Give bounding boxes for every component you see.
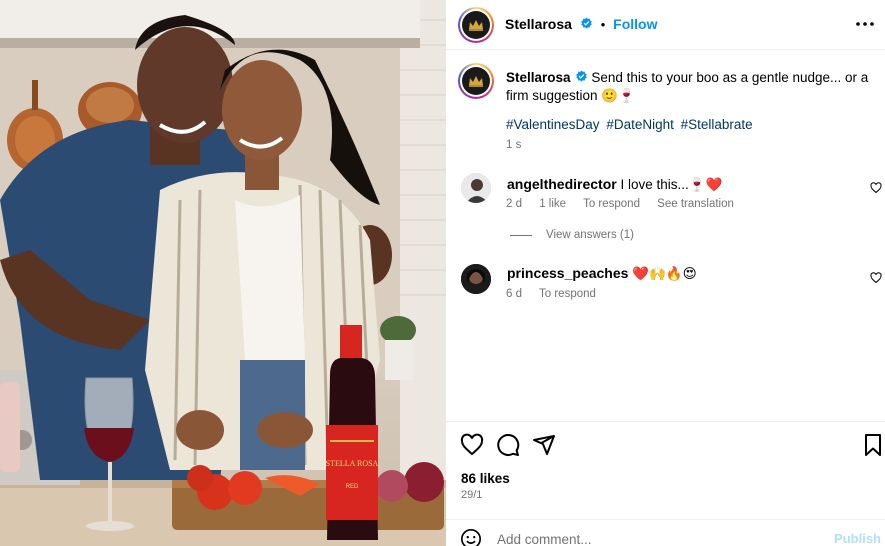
- comment-text: ❤️🙌🔥😍: [632, 266, 697, 281]
- author-avatar[interactable]: [458, 7, 494, 43]
- commenter-avatar[interactable]: [461, 173, 491, 203]
- avatar-photo: [461, 264, 491, 294]
- comment-icon[interactable]: [496, 433, 520, 457]
- bottle-brand-text: STELLA ROSA: [326, 459, 379, 468]
- comment-body: angelthedirector I love this...🍷❤️: [507, 175, 722, 194]
- view-answers-label: View answers (1): [546, 229, 634, 241]
- follow-button[interactable]: Follow: [613, 16, 657, 32]
- post-caption: Stellarosa Send this to your boo as a ge…: [506, 69, 876, 105]
- comment-input[interactable]: [497, 530, 807, 546]
- caption-timestamp: 1 s: [506, 139, 522, 151]
- header-username[interactable]: Stellarosa: [505, 16, 572, 32]
- comment-time: 2 d: [506, 198, 522, 210]
- avatar-photo: [461, 173, 491, 203]
- see-translation-button[interactable]: See translation: [657, 198, 734, 210]
- emoji-icon[interactable]: [460, 528, 482, 546]
- caption-username[interactable]: Stellarosa: [506, 70, 571, 85]
- comment-body: princess_peaches ❤️🙌🔥😍: [507, 264, 697, 283]
- comment-meta: 6 d To respond: [506, 288, 610, 300]
- comment-likes[interactable]: 1 like: [539, 198, 566, 210]
- hashtag-link[interactable]: #ValentinesDay: [506, 117, 600, 132]
- publish-button[interactable]: Publish: [834, 531, 881, 546]
- post-photo[interactable]: STELLA ROSA RED: [0, 0, 446, 546]
- post-photo-illustration: STELLA ROSA RED: [0, 0, 446, 546]
- hashtag-link[interactable]: #Stellabrate: [681, 117, 753, 132]
- likes-count[interactable]: 86 likes: [461, 471, 510, 486]
- header-separator: •: [600, 17, 606, 32]
- reply-button[interactable]: To respond: [539, 288, 596, 300]
- crown-logo-icon: [469, 20, 483, 31]
- caption-hashtags: #ValentinesDay #DateNight #Stellabrate: [506, 117, 756, 132]
- post-side-panel: Stellarosa • Follow Stellarosa Send this…: [446, 0, 885, 546]
- answers-divider: [510, 234, 532, 236]
- caption-avatar[interactable]: [458, 63, 494, 99]
- comment-meta: 2 d 1 like To respond See translation: [506, 198, 748, 210]
- comment-time: 6 d: [506, 288, 522, 300]
- view-answers-button[interactable]: View answers (1): [510, 229, 634, 241]
- share-icon[interactable]: [532, 433, 556, 457]
- comments-section: Stellarosa Send this to your boo as a ge…: [446, 51, 885, 421]
- heart-icon[interactable]: [870, 182, 882, 194]
- header-line: Stellarosa • Follow: [505, 16, 658, 32]
- verified-badge-icon: [581, 17, 592, 29]
- post-header: Stellarosa • Follow: [446, 0, 885, 50]
- heart-icon[interactable]: [870, 272, 882, 284]
- post-date: 29/1: [461, 489, 483, 501]
- post-actions: 86 likes 29/1: [446, 421, 885, 519]
- bookmark-icon[interactable]: [861, 433, 885, 457]
- commenter-avatar[interactable]: [461, 264, 491, 294]
- comment-username[interactable]: angelthedirector: [507, 176, 617, 192]
- comment-text: I love this...🍷❤️: [620, 177, 723, 192]
- reply-button[interactable]: To respond: [583, 198, 640, 210]
- bottle-variety-text: RED: [346, 484, 359, 490]
- comment-username[interactable]: princess_peaches: [507, 265, 628, 281]
- more-options-button[interactable]: [853, 12, 877, 36]
- comment-composer: Publish: [446, 519, 885, 546]
- more-icon: [856, 22, 874, 26]
- verified-badge-icon: [575, 70, 587, 82]
- crown-logo-icon: [469, 76, 483, 87]
- hashtag-link[interactable]: #DateNight: [606, 117, 674, 132]
- heart-icon[interactable]: [460, 433, 484, 457]
